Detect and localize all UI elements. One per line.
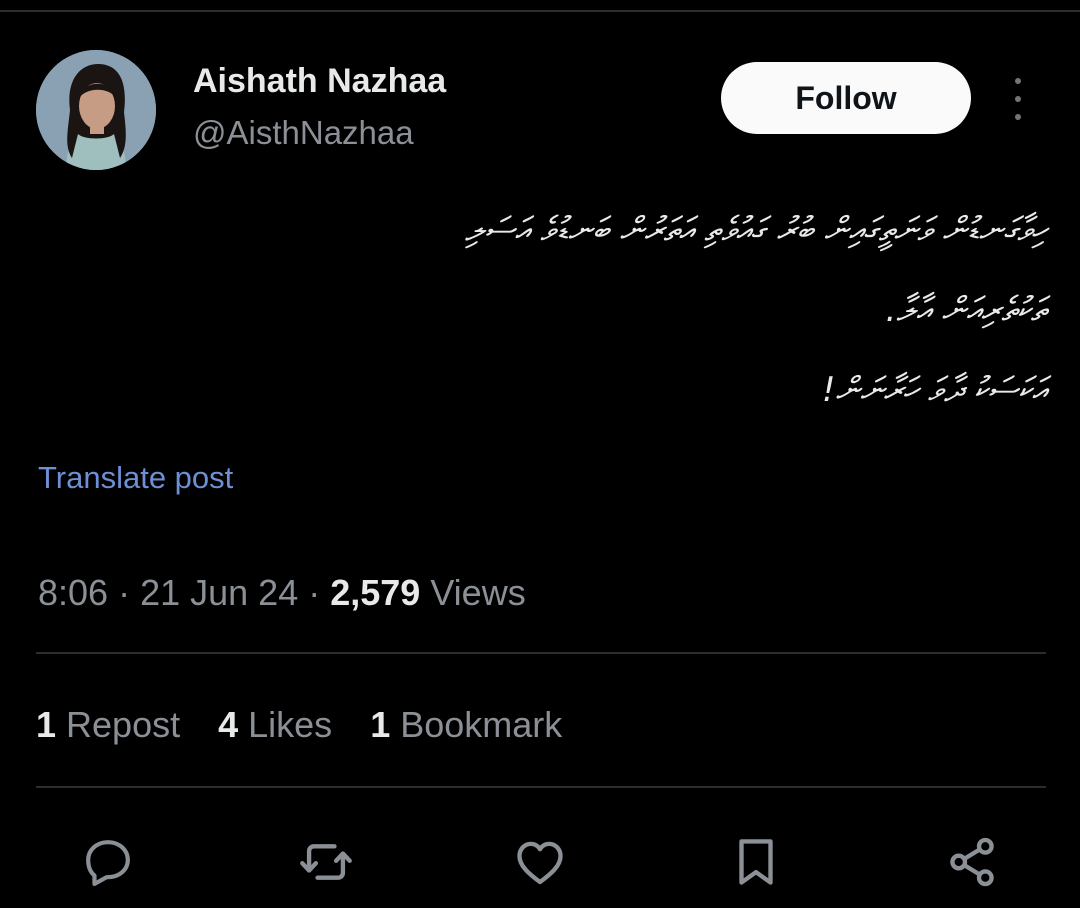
meta-separator: · (108, 572, 141, 613)
repost-icon (300, 844, 352, 880)
reposts-label: Repost (56, 704, 181, 745)
heart-icon (517, 841, 563, 885)
divider (36, 652, 1046, 654)
reposts-count: 1 (36, 704, 57, 745)
more-dot (1015, 114, 1021, 120)
views-label: Views (420, 572, 526, 613)
more-dot (1015, 78, 1021, 84)
views-count: 2,579 (330, 572, 421, 613)
likes-count: 4 (218, 704, 239, 745)
share-button[interactable] (940, 830, 1004, 894)
more-dot (1015, 96, 1021, 102)
post-date[interactable]: 21 Jun 24 (140, 572, 298, 613)
like-button[interactable] (508, 830, 572, 894)
avatar[interactable] (36, 50, 156, 170)
more-icon[interactable] (1006, 78, 1030, 120)
author-handle[interactable]: @AisthNazhaa (193, 114, 414, 152)
avatar-photo (36, 50, 156, 170)
post-meta: 8:06 · 21 Jun 24 · 2,579 Views (38, 572, 526, 614)
bookmarks-stat[interactable]: 1 Bookmark (370, 704, 562, 746)
post-time[interactable]: 8:06 (38, 572, 108, 613)
engagement-stats: 1 Repost 4 Likes 1 Bookmark (36, 704, 600, 746)
bookmark-icon (739, 839, 773, 885)
translate-post-link[interactable]: Translate post (38, 460, 233, 496)
repost-button[interactable] (294, 830, 358, 894)
post-line: އަކަސަކު ދާވަ ހަރާނަން! (821, 370, 1046, 410)
meta-separator: · (298, 572, 331, 613)
follow-button[interactable]: Follow (721, 62, 971, 134)
bookmark-button[interactable] (724, 830, 788, 894)
reply-button[interactable] (76, 830, 140, 894)
top-divider (0, 10, 1080, 12)
share-icon (950, 837, 994, 887)
likes-stat[interactable]: 4 Likes (218, 704, 332, 746)
bookmarks-count: 1 (370, 704, 391, 745)
post-line: ތަކުތެރިއަން އާލާ. (885, 290, 1046, 330)
post-line: ހިވާގަނޑުން ވަނަތީގައިން ބުރު ގައުވެތި އ… (464, 210, 1046, 250)
post-text: ހިވާގަނޑުން ވަނަތީގައިން ބުރު ގައުވެތި އ… (200, 190, 1046, 430)
divider (36, 786, 1046, 788)
bookmarks-label: Bookmark (390, 704, 563, 745)
likes-label: Likes (238, 704, 333, 745)
author-display-name[interactable]: Aishath Nazhaa (193, 62, 446, 101)
reposts-stat[interactable]: 1 Repost (36, 704, 180, 746)
reply-icon (86, 840, 130, 887)
